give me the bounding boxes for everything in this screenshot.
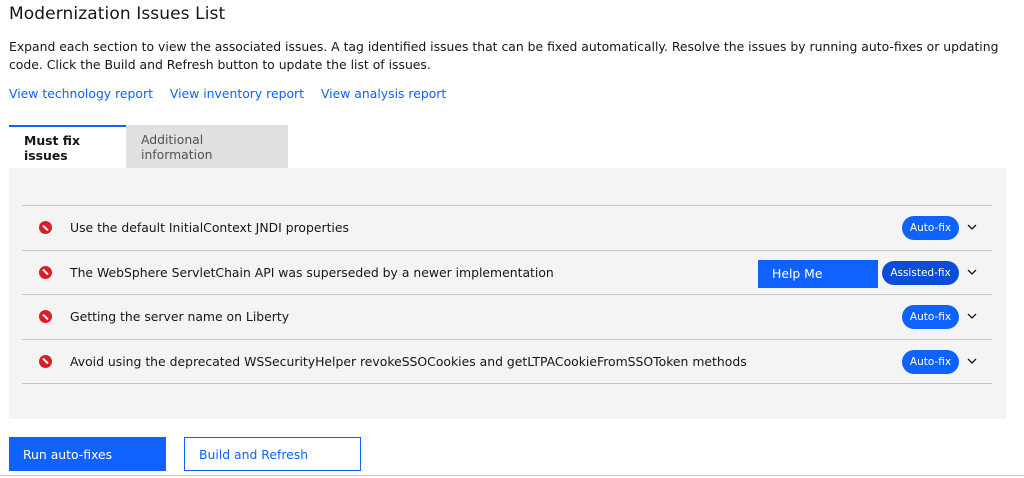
tab-additional-information[interactable]: Additional information <box>126 125 288 168</box>
help-me-button[interactable]: Help Me <box>758 259 878 288</box>
assisted-fix-tag[interactable]: Assisted-fix <box>882 260 959 285</box>
auto-fix-tag[interactable]: Auto-fix <box>902 305 959 329</box>
issue-row-initialcontext[interactable]: Use the default InitialContext JNDI prop… <box>22 206 992 251</box>
error-icon <box>39 310 52 323</box>
page-title: Modernization Issues List <box>9 4 226 24</box>
error-icon <box>39 221 52 234</box>
view-analysis-report-link[interactable]: View analysis report <box>321 86 446 101</box>
page-description: Expand each section to view the associat… <box>9 39 999 72</box>
issue-title: Avoid using the deprecated WSSecurityHel… <box>70 353 747 369</box>
tab-must-fix-issues[interactable]: Must fix issues <box>9 125 126 168</box>
divider <box>0 475 1024 476</box>
chevron-down-icon[interactable] <box>967 311 977 321</box>
build-and-refresh-button[interactable]: Build and Refresh <box>184 437 361 471</box>
issue-list: Use the default InitialContext JNDI prop… <box>22 205 992 384</box>
chevron-down-icon[interactable] <box>967 222 977 232</box>
auto-fix-tag[interactable]: Auto-fix <box>902 216 959 240</box>
auto-fix-tag[interactable]: Auto-fix <box>902 349 959 374</box>
error-icon <box>39 354 52 368</box>
issue-row-servletchain[interactable]: The WebSphere ServletChain API was super… <box>22 251 992 295</box>
view-inventory-report-link[interactable]: View inventory report <box>170 86 304 101</box>
issue-tabs: Must fix issues Additional information <box>9 125 288 168</box>
issue-row-server-name[interactable]: Getting the server name on Liberty Auto-… <box>22 295 992 340</box>
chevron-down-icon[interactable] <box>967 356 977 366</box>
issue-title: The WebSphere ServletChain API was super… <box>70 264 554 280</box>
report-links: View technology report View inventory re… <box>9 86 459 101</box>
chevron-down-icon[interactable] <box>967 267 977 277</box>
issue-row-wssecurityhelper[interactable]: Avoid using the deprecated WSSecurityHel… <box>22 340 992 384</box>
view-technology-report-link[interactable]: View technology report <box>9 86 153 101</box>
issue-title: Getting the server name on Liberty <box>70 309 290 325</box>
error-icon <box>39 265 52 279</box>
issue-title: Use the default InitialContext JNDI prop… <box>70 220 349 236</box>
run-auto-fixes-button[interactable]: Run auto-fixes <box>9 437 166 471</box>
